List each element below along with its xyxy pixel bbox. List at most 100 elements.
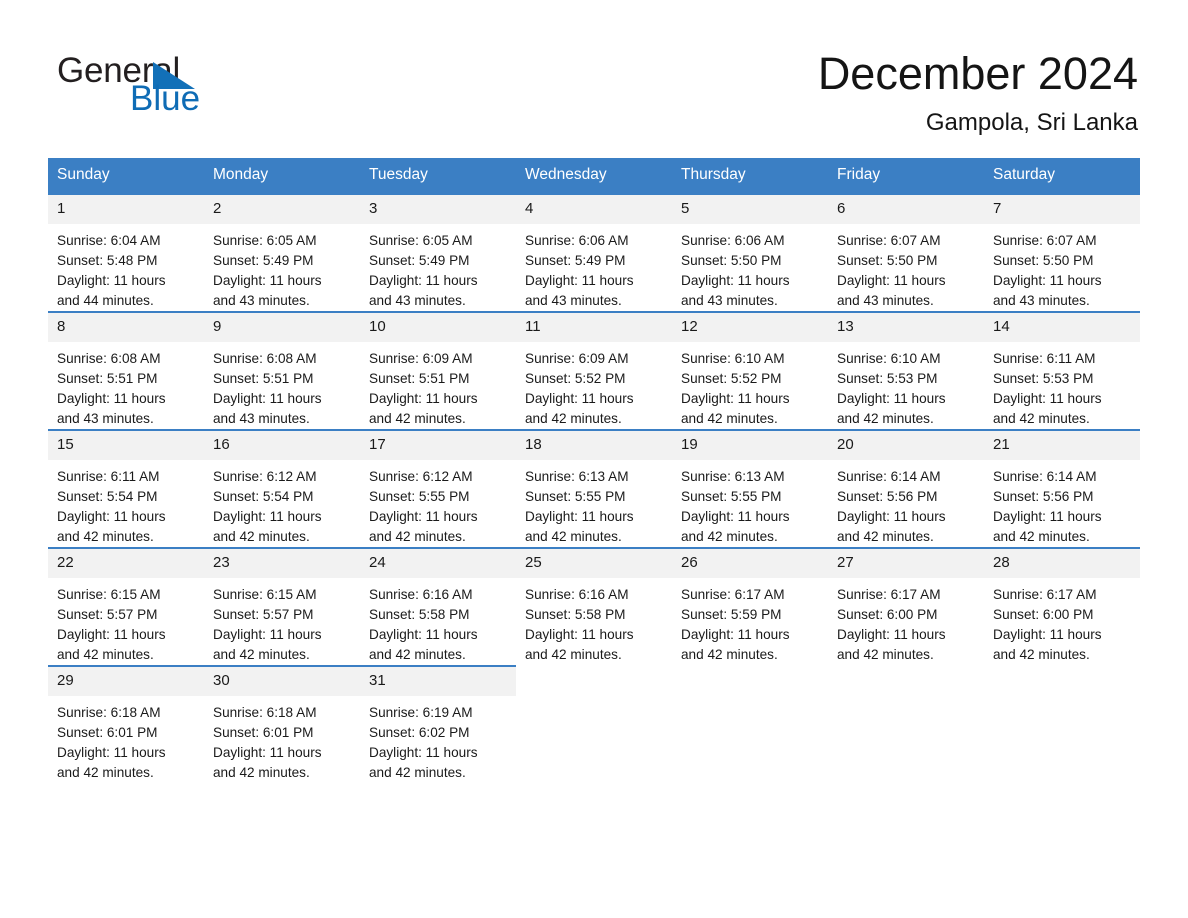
day-cell-inner [516,667,672,784]
daylight-text-line1: Daylight: 11 hours [837,509,946,524]
calendar-day-cell[interactable]: 20 Sunrise: 6:14 AM Sunset: 5:56 PM Dayligh… [828,429,984,548]
calendar-week-row: 15 Sunrise: 6:11 AM Sunset: 5:54 PM Dayligh… [48,429,1140,548]
sunset-text: Sunset: 5:58 PM [369,607,470,622]
day-cell-inner: 30 Sunrise: 6:18 AM Sunset: 6:01 PM Dayligh… [204,667,360,784]
calendar-day-cell[interactable]: 26 Sunrise: 6:17 AM Sunset: 5:59 PM Dayligh… [672,547,828,666]
day-number: 14 [984,313,1140,342]
daylight-text-line2: and 42 minutes. [837,529,934,544]
daylight-text-line2: and 42 minutes. [837,647,934,662]
calendar-day-cell[interactable]: 19 Sunrise: 6:13 AM Sunset: 5:55 PM Dayligh… [672,429,828,548]
calendar-page: General Blue December 2024 Gampola, Sri … [0,0,1188,918]
weekday-header-tuesday: Tuesday [360,158,516,194]
daylight-text-line1: Daylight: 11 hours [57,627,166,642]
calendar-day-cell[interactable]: 11 Sunrise: 6:09 AM Sunset: 5:52 PM Dayligh… [516,311,672,430]
daylight-text-line1: Daylight: 11 hours [369,391,478,406]
sunset-text: Sunset: 5:50 PM [681,253,782,268]
sunset-text: Sunset: 6:01 PM [213,725,314,740]
sunset-text: Sunset: 5:56 PM [837,489,938,504]
daylight-text-line2: and 42 minutes. [213,647,310,662]
day-number: 11 [516,313,672,342]
calendar-day-cell[interactable]: 25 Sunrise: 6:16 AM Sunset: 5:58 PM Dayligh… [516,547,672,666]
day-details: Sunrise: 6:06 AM Sunset: 5:49 PM Daylight:… [516,224,672,311]
sunrise-text: Sunrise: 6:17 AM [681,587,785,602]
sunrise-text: Sunrise: 6:17 AM [993,587,1097,602]
sunrise-text: Sunrise: 6:05 AM [369,233,473,248]
daylight-text-line1: Daylight: 11 hours [993,627,1102,642]
calendar-day-cell[interactable]: 9 Sunrise: 6:08 AM Sunset: 5:51 PM Daylight… [204,311,360,430]
calendar-day-cell[interactable]: 22 Sunrise: 6:15 AM Sunset: 5:57 PM Dayligh… [48,547,204,666]
day-details: Sunrise: 6:09 AM Sunset: 5:51 PM Daylight:… [360,342,516,429]
general-blue-logo[interactable]: General Blue [57,52,267,118]
sunset-text: Sunset: 5:55 PM [369,489,470,504]
day-number: 30 [204,667,360,696]
calendar-cell-empty [984,665,1140,784]
calendar-day-cell[interactable]: 18 Sunrise: 6:13 AM Sunset: 5:55 PM Dayligh… [516,429,672,548]
day-details: Sunrise: 6:12 AM Sunset: 5:55 PM Daylight:… [360,460,516,547]
daylight-text-line1: Daylight: 11 hours [837,391,946,406]
calendar-day-cell[interactable]: 30 Sunrise: 6:18 AM Sunset: 6:01 PM Dayligh… [204,665,360,784]
day-cell-inner: 17 Sunrise: 6:12 AM Sunset: 5:55 PM Dayligh… [360,431,516,547]
calendar-day-cell[interactable]: 16 Sunrise: 6:12 AM Sunset: 5:54 PM Dayligh… [204,429,360,548]
daylight-text-line1: Daylight: 11 hours [993,509,1102,524]
daylight-text-line1: Daylight: 11 hours [993,273,1102,288]
calendar-day-cell[interactable]: 21 Sunrise: 6:14 AM Sunset: 5:56 PM Dayligh… [984,429,1140,548]
calendar-day-cell[interactable]: 13 Sunrise: 6:10 AM Sunset: 5:53 PM Dayligh… [828,311,984,430]
day-number: 17 [360,431,516,460]
day-details: Sunrise: 6:18 AM Sunset: 6:01 PM Daylight:… [204,696,360,783]
calendar-day-cell[interactable]: 6 Sunrise: 6:07 AM Sunset: 5:50 PM Daylight… [828,193,984,312]
daylight-text-line2: and 42 minutes. [993,529,1090,544]
calendar-day-cell[interactable]: 29 Sunrise: 6:18 AM Sunset: 6:01 PM Dayligh… [48,665,204,784]
daylight-text-line2: and 43 minutes. [213,411,310,426]
calendar-day-cell[interactable]: 2 Sunrise: 6:05 AM Sunset: 5:49 PM Daylight… [204,193,360,312]
day-number: 6 [828,195,984,224]
sunset-text: Sunset: 5:48 PM [57,253,158,268]
calendar-day-cell[interactable]: 31 Sunrise: 6:19 AM Sunset: 6:02 PM Dayligh… [360,665,516,784]
sunset-text: Sunset: 5:56 PM [993,489,1094,504]
day-number: 3 [360,195,516,224]
day-details [516,680,672,687]
sunset-text: Sunset: 5:51 PM [369,371,470,386]
day-cell-inner: 23 Sunrise: 6:15 AM Sunset: 5:57 PM Dayligh… [204,549,360,665]
sunrise-text: Sunrise: 6:18 AM [213,705,317,720]
day-cell-inner: 26 Sunrise: 6:17 AM Sunset: 5:59 PM Dayligh… [672,549,828,665]
day-number: 15 [48,431,204,460]
calendar-day-cell[interactable]: 17 Sunrise: 6:12 AM Sunset: 5:55 PM Dayligh… [360,429,516,548]
calendar-day-cell[interactable]: 3 Sunrise: 6:05 AM Sunset: 5:49 PM Daylight… [360,193,516,312]
day-details: Sunrise: 6:08 AM Sunset: 5:51 PM Daylight:… [204,342,360,429]
sunrise-text: Sunrise: 6:15 AM [57,587,161,602]
day-number: 12 [672,313,828,342]
sunset-text: Sunset: 5:49 PM [213,253,314,268]
day-cell-inner: 22 Sunrise: 6:15 AM Sunset: 5:57 PM Dayligh… [48,549,204,665]
calendar-day-cell[interactable]: 4 Sunrise: 6:06 AM Sunset: 5:49 PM Daylight… [516,193,672,312]
sunrise-text: Sunrise: 6:08 AM [57,351,161,366]
sunset-text: Sunset: 5:52 PM [525,371,626,386]
calendar-day-cell[interactable]: 24 Sunrise: 6:16 AM Sunset: 5:58 PM Dayligh… [360,547,516,666]
calendar-day-cell[interactable]: 15 Sunrise: 6:11 AM Sunset: 5:54 PM Dayligh… [48,429,204,548]
sunset-text: Sunset: 5:57 PM [213,607,314,622]
calendar-day-cell[interactable]: 28 Sunrise: 6:17 AM Sunset: 6:00 PM Dayligh… [984,547,1140,666]
daylight-text-line2: and 42 minutes. [213,529,310,544]
sunrise-text: Sunrise: 6:12 AM [213,469,317,484]
daylight-text-line2: and 42 minutes. [525,647,622,662]
day-number: 19 [672,431,828,460]
daylight-text-line2: and 43 minutes. [993,293,1090,308]
day-details: Sunrise: 6:19 AM Sunset: 6:02 PM Daylight:… [360,696,516,783]
calendar-day-cell[interactable]: 12 Sunrise: 6:10 AM Sunset: 5:52 PM Dayligh… [672,311,828,430]
day-cell-inner: 1 Sunrise: 6:04 AM Sunset: 5:48 PM Daylight… [48,195,204,311]
calendar-day-cell[interactable]: 8 Sunrise: 6:08 AM Sunset: 5:51 PM Daylight… [48,311,204,430]
day-cell-inner: 9 Sunrise: 6:08 AM Sunset: 5:51 PM Daylight… [204,313,360,429]
day-cell-inner: 12 Sunrise: 6:10 AM Sunset: 5:52 PM Dayligh… [672,313,828,429]
day-details: Sunrise: 6:11 AM Sunset: 5:53 PM Daylight:… [984,342,1140,429]
calendar-day-cell[interactable]: 14 Sunrise: 6:11 AM Sunset: 5:53 PM Dayligh… [984,311,1140,430]
calendar-day-cell[interactable]: 5 Sunrise: 6:06 AM Sunset: 5:50 PM Daylight… [672,193,828,312]
title-block: December 2024 Gampola, Sri Lanka [818,48,1138,137]
day-number: 29 [48,667,204,696]
calendar-day-cell[interactable]: 1 Sunrise: 6:04 AM Sunset: 5:48 PM Daylight… [48,193,204,312]
calendar-day-cell[interactable]: 7 Sunrise: 6:07 AM Sunset: 5:50 PM Daylight… [984,193,1140,312]
sunset-text: Sunset: 5:49 PM [369,253,470,268]
calendar-day-cell[interactable]: 27 Sunrise: 6:17 AM Sunset: 6:00 PM Dayligh… [828,547,984,666]
calendar-day-cell[interactable]: 23 Sunrise: 6:15 AM Sunset: 5:57 PM Dayligh… [204,547,360,666]
day-details: Sunrise: 6:14 AM Sunset: 5:56 PM Daylight:… [984,460,1140,547]
day-details: Sunrise: 6:10 AM Sunset: 5:53 PM Daylight:… [828,342,984,429]
calendar-day-cell[interactable]: 10 Sunrise: 6:09 AM Sunset: 5:51 PM Dayligh… [360,311,516,430]
